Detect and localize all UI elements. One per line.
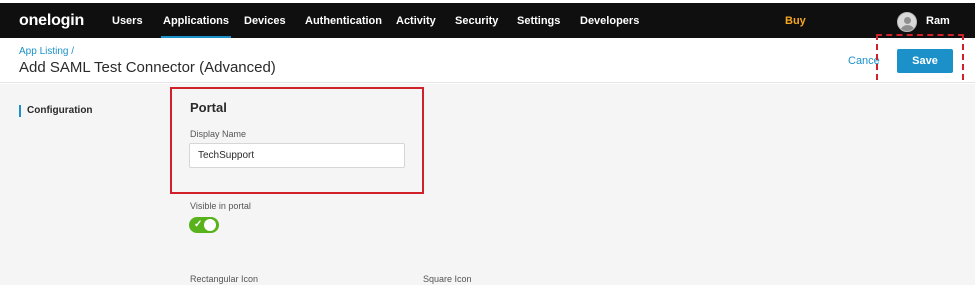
check-icon: ✓ [194, 219, 203, 230]
nav-item-authentication[interactable]: Authentication [305, 15, 382, 27]
sidebar: Configuration [0, 84, 168, 285]
save-button-highlight [876, 34, 964, 90]
nav-item-developers[interactable]: Developers [580, 15, 639, 27]
nav-item-settings[interactable]: Settings [517, 15, 560, 27]
onelogin-logo[interactable]: onelogin [19, 12, 84, 30]
top-nav-bar: onelogin Users Applications Devices Auth… [0, 0, 975, 39]
toggle-knob [204, 219, 216, 231]
page-title: Add SAML Test Connector (Advanced) [19, 59, 276, 76]
visible-in-portal-toggle[interactable]: ✓ [189, 217, 219, 233]
user-name[interactable]: Ram [926, 15, 950, 27]
nav-item-users[interactable]: Users [112, 15, 143, 27]
portal-section-highlight [170, 87, 424, 194]
square-icon-label: Square Icon [423, 274, 472, 284]
page-header: App Listing / Add SAML Test Connector (A… [0, 38, 975, 83]
nav-item-applications[interactable]: Applications [160, 15, 232, 39]
user-avatar-icon[interactable] [897, 12, 917, 32]
sidebar-item-configuration[interactable]: Configuration [19, 105, 93, 117]
rectangular-icon-label: Rectangular Icon [190, 274, 259, 284]
nav-item-activity[interactable]: Activity [396, 15, 436, 27]
nav-item-security[interactable]: Security [455, 15, 498, 27]
nav-item-devices[interactable]: Devices [244, 15, 286, 27]
visible-in-portal-label: Visible in portal [190, 201, 251, 211]
breadcrumb[interactable]: App Listing / [19, 46, 74, 57]
buy-link[interactable]: Buy [785, 15, 806, 27]
